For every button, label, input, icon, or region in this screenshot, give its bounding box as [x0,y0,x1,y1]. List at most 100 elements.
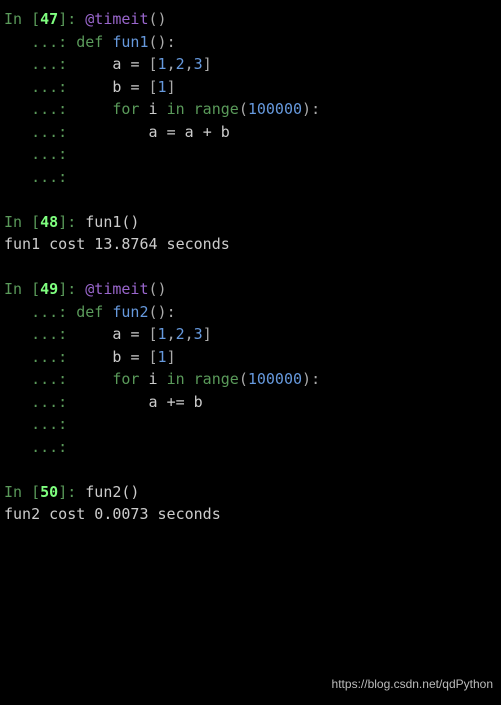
continuation-dots: ...: [4,78,76,96]
code-token: 1 [158,55,167,73]
continuation-dots: ...: [4,303,76,321]
blank-line [4,188,497,211]
code-token: 1 [158,325,167,343]
code-token: for [112,100,148,118]
code-token: += [167,393,194,411]
output-line: fun1 cost 13.8764 seconds [4,233,497,256]
output-line: fun2 cost 0.0073 seconds [4,503,497,526]
code-token: a [76,55,130,73]
code-token: + [203,123,221,141]
code-token: , [185,325,194,343]
prompt-bracket-close: ]: [58,280,85,298]
continuation-line: ...: b = [1] [4,346,497,369]
prompt-bracket-close: ]: [58,483,85,501]
input-line: In [47]: @timeit() [4,8,497,31]
code-token: b [76,348,130,366]
code-token: 100000 [248,370,302,388]
code-token: b [221,123,230,141]
code-token: 2 [176,325,185,343]
code-token: def [76,303,112,321]
code-token: [ [149,55,158,73]
continuation-dots: ...: [4,145,76,163]
code-token: ] [167,78,176,96]
code-token: ] [167,348,176,366]
continuation-dots: ...: [4,370,76,388]
code-token: = [130,55,148,73]
code-token: 100000 [248,100,302,118]
continuation-dots: ...: [4,415,76,433]
prompt-in-label: In [4,280,31,298]
code-token: fun1 [112,33,148,51]
code-token [76,100,112,118]
continuation-dots: ...: [4,168,76,186]
code-token: a [76,325,130,343]
continuation-line: ...: a = [1,2,3] [4,323,497,346]
code-token: i [149,370,167,388]
code-token: a [76,123,166,141]
code-token: 1 [158,78,167,96]
blank-line [4,256,497,279]
code-token: = [130,348,148,366]
prompt-number: 48 [40,213,58,231]
code-token: [ [149,78,158,96]
code-token: fun1() [85,213,139,231]
continuation-dots: ...: [4,348,76,366]
prompt-in-label: In [4,213,31,231]
code-token: a [76,393,166,411]
prompt-number: 50 [40,483,58,501]
continuation-line: ...: for i in range(100000): [4,98,497,121]
code-token: () [149,10,167,28]
code-token: = [130,78,148,96]
code-token: fun2() [85,483,139,501]
code-token: in [167,370,194,388]
continuation-line: ...: [4,143,497,166]
code-token: in [167,100,194,118]
code-token: i [149,100,167,118]
input-line: In [49]: @timeit() [4,278,497,301]
code-token: : [311,370,320,388]
continuation-line: ...: def fun1(): [4,31,497,54]
code-token [76,370,112,388]
code-token: ) [302,370,311,388]
code-token: 2 [176,55,185,73]
code-token: () [149,33,167,51]
code-token: () [149,303,167,321]
code-token: for [112,370,148,388]
prompt-bracket-open: [ [31,10,40,28]
continuation-dots: ...: [4,438,76,456]
code-token: , [185,55,194,73]
continuation-dots: ...: [4,123,76,141]
prompt-bracket-open: [ [31,483,40,501]
code-token: ] [203,325,212,343]
continuation-line: ...: a = a + b [4,121,497,144]
code-token: : [311,100,320,118]
prompt-bracket-close: ]: [58,10,85,28]
code-token: () [149,280,167,298]
code-token: = [130,325,148,343]
continuation-dots: ...: [4,100,76,118]
code-token: b [194,393,203,411]
code-token: ( [239,100,248,118]
prompt-in-label: In [4,10,31,28]
prompt-bracket-close: ]: [58,213,85,231]
code-token: ] [203,55,212,73]
code-token: b [76,78,130,96]
continuation-line: ...: a += b [4,391,497,414]
code-token: : [167,33,176,51]
continuation-dots: ...: [4,325,76,343]
code-token: 3 [194,325,203,343]
code-token: ( [239,370,248,388]
code-token: @timeit [85,10,148,28]
code-token: [ [149,348,158,366]
prompt-in-label: In [4,483,31,501]
code-token: a [185,123,203,141]
continuation-dots: ...: [4,393,76,411]
input-line: In [50]: fun2() [4,481,497,504]
code-token: : [167,303,176,321]
prompt-number: 47 [40,10,58,28]
continuation-line: ...: a = [1,2,3] [4,53,497,76]
prompt-bracket-open: [ [31,213,40,231]
code-token: range [194,370,239,388]
continuation-dots: ...: [4,55,76,73]
code-token: = [167,123,185,141]
